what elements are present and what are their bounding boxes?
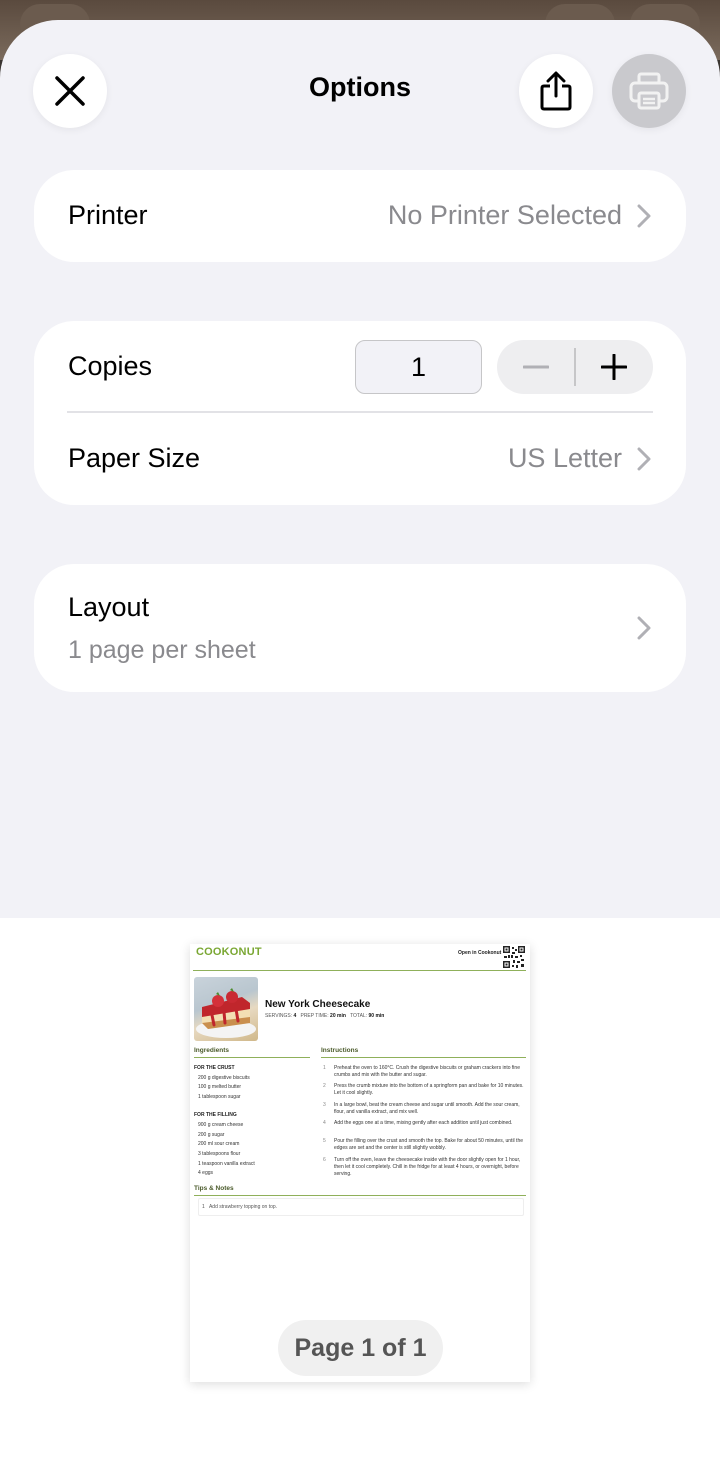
ingredients-heading: Ingredients xyxy=(194,1047,230,1054)
paper-size-value: US Letter xyxy=(507,443,622,473)
page-indicator: Page 1 of 1 xyxy=(278,1320,443,1376)
printer-row[interactable]: Printer No Printer Selected xyxy=(34,170,686,262)
print-button[interactable] xyxy=(612,54,686,128)
decrement-button[interactable] xyxy=(497,340,575,394)
instruction-step: Preheat the oven to 160°C. Crush the dig… xyxy=(334,1065,520,1078)
prep-value: 20 min xyxy=(330,1013,346,1019)
cookonut-logo: COOKONUT xyxy=(196,946,262,958)
instruction-step: Add the eggs one at a time, mixing gentl… xyxy=(334,1120,513,1126)
copies-paper-card: Copies 1 Paper Size US Letter xyxy=(34,321,686,505)
tip-item: 1 Add strawberry topping on top. xyxy=(202,1204,278,1210)
ingredient-item: 4 eggs xyxy=(198,1170,214,1176)
print-options-sheet: Options Printer No Printer Selected Copi… xyxy=(0,20,720,1466)
ingredient-item: 1 teaspoon vanilla extract xyxy=(198,1161,255,1167)
plus-icon xyxy=(601,354,627,380)
crust-heading: FOR THE CRUST xyxy=(194,1065,235,1071)
printer-value: No Printer Selected xyxy=(387,200,622,230)
chevron-right-icon xyxy=(637,616,651,640)
section-rule xyxy=(194,1057,310,1058)
qr-code-icon xyxy=(503,946,525,968)
section-rule xyxy=(194,1195,526,1196)
page-preview[interactable]: COOKONUT Open in Cookonut New York Chees… xyxy=(190,944,530,1382)
ingredient-item: 100 g melted butter xyxy=(198,1084,242,1090)
open-in-link: Open in Cookonut xyxy=(458,950,502,956)
instruction-step: Press the crumb mixture into the bottom … xyxy=(334,1083,524,1096)
header-rule xyxy=(193,970,526,971)
copies-input[interactable]: 1 xyxy=(355,340,482,394)
step-number: 4 xyxy=(323,1120,326,1126)
paper-size-label: Paper Size xyxy=(68,443,201,473)
ingredient-item: 200 g digestive biscuits xyxy=(198,1075,250,1081)
minus-icon xyxy=(523,365,549,369)
step-number: 6 xyxy=(323,1157,326,1163)
instruction-step: Turn off the oven, leave the cheesecake … xyxy=(334,1157,521,1177)
share-icon xyxy=(540,71,572,111)
tips-heading: Tips & Notes xyxy=(194,1185,234,1192)
ingredient-item: 1 tablespoon sugar xyxy=(198,1094,241,1100)
ingredient-item: 3 tablespoons flour xyxy=(198,1151,241,1157)
instruction-step: Pour the filling over the crust and smoo… xyxy=(334,1138,523,1151)
ingredient-item: 900 g cream cheese xyxy=(198,1122,244,1128)
recipe-meta: SERVINGS: 4 PREP TIME: 20 min TOTAL: 90 … xyxy=(265,1013,384,1019)
ingredient-item: 200 ml sour cream xyxy=(198,1141,240,1147)
layout-label: Layout xyxy=(68,592,150,622)
instruction-step: In a large bowl, beat the cream cheese a… xyxy=(334,1102,520,1115)
printer-icon xyxy=(629,72,669,110)
instructions-heading: Instructions xyxy=(321,1047,359,1054)
tip-text: Add strawberry topping on top. xyxy=(208,1204,278,1210)
printer-label: Printer xyxy=(68,200,148,230)
layout-row[interactable]: Layout 1 page per sheet xyxy=(34,564,686,692)
total-value: 90 min xyxy=(368,1013,385,1019)
step-number: 5 xyxy=(323,1138,326,1144)
layout-value: 1 page per sheet xyxy=(68,636,256,664)
ingredient-item: 200 g sugar xyxy=(198,1132,225,1138)
paper-size-row[interactable]: Paper Size US Letter xyxy=(34,413,686,505)
cheesecake-photo xyxy=(194,977,258,1041)
share-button[interactable] xyxy=(519,54,593,128)
section-rule xyxy=(321,1057,526,1058)
servings-value: 4 xyxy=(293,1013,297,1019)
chevron-right-icon xyxy=(637,204,651,228)
total-label: TOTAL: xyxy=(350,1013,368,1019)
step-number: 1 xyxy=(323,1065,326,1071)
print-preview-area: COOKONUT Open in Cookonut New York Chees… xyxy=(0,918,720,1466)
increment-button[interactable] xyxy=(575,340,653,394)
servings-label: SERVINGS: xyxy=(265,1013,293,1019)
copies-label: Copies xyxy=(68,351,153,381)
copies-stepper xyxy=(497,340,653,394)
chevron-right-icon xyxy=(637,447,651,471)
prep-label: PREP TIME: xyxy=(300,1013,329,1019)
step-number: 2 xyxy=(323,1083,326,1089)
step-number: 3 xyxy=(323,1102,326,1108)
filling-heading: FOR THE FILLING xyxy=(194,1112,237,1118)
recipe-title: New York Cheesecake xyxy=(265,999,371,1010)
